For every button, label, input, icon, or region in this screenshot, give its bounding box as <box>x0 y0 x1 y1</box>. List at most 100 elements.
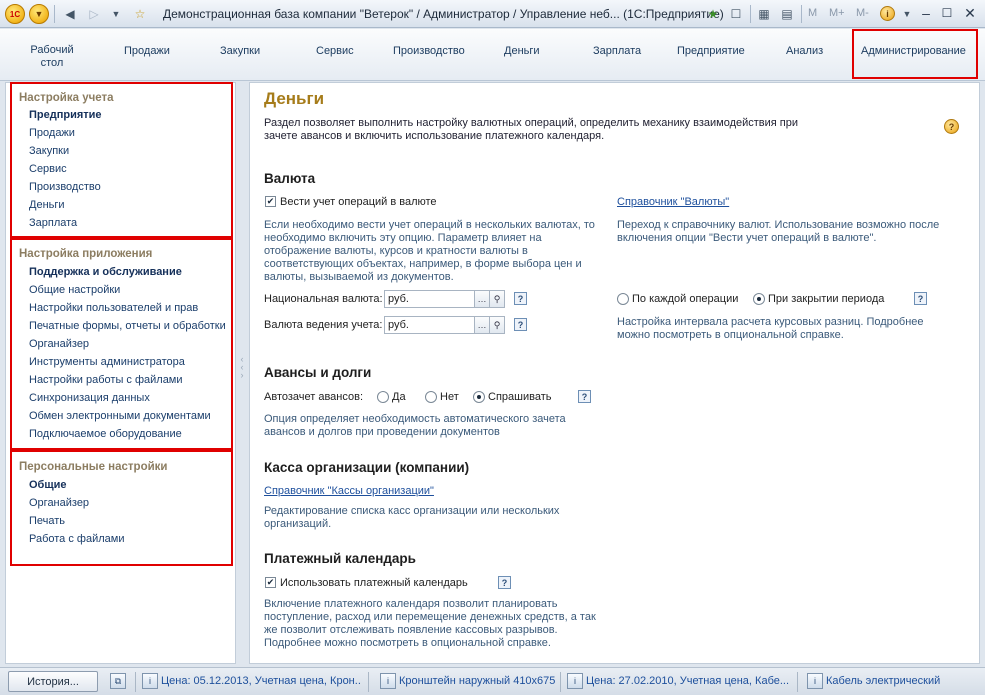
radio-period-close[interactable] <box>753 293 765 305</box>
radio-offset-no-label[interactable]: Нет <box>440 391 459 403</box>
exchange-diff-help-icon[interactable]: ? <box>914 292 927 305</box>
memory-minus-button[interactable]: M- <box>856 7 869 19</box>
nav-item-money[interactable]: Деньги <box>29 199 65 211</box>
nav-item-print[interactable]: Печать <box>29 515 65 527</box>
cash-heading: Касса организации (компании) <box>264 460 470 475</box>
info-item-icon: i <box>567 673 583 689</box>
add-favorite-icon[interactable]: ★ <box>703 4 723 24</box>
payment-calendar-heading: Платежный календарь <box>264 551 416 566</box>
main-menu-icon[interactable]: ▼ <box>29 4 49 24</box>
nav-item-production[interactable]: Производство <box>29 181 101 193</box>
nav-item-edi[interactable]: Обмен электронными документами <box>29 410 211 422</box>
currency-checkbox-label[interactable]: Вести учет операций в валюте <box>280 196 437 208</box>
payment-calendar-help-icon[interactable]: ? <box>498 576 511 589</box>
section-desktop-line2: стол <box>40 57 64 69</box>
radio-each-operation[interactable] <box>617 293 629 305</box>
nav-item-data-sync[interactable]: Синхронизация данных <box>29 392 150 404</box>
close-icon[interactable]: ✕ <box>961 4 979 22</box>
accounting-currency-select-button[interactable]: … <box>474 316 490 334</box>
advances-help-icon[interactable]: ? <box>578 390 591 403</box>
windows-icon[interactable]: ⧉ <box>110 673 126 689</box>
nav-item-enterprise[interactable]: Предприятие <box>29 109 102 121</box>
forward-icon[interactable]: ▷ <box>84 4 104 24</box>
main-content: Деньги Раздел позволяет выполнить настро… <box>249 82 980 664</box>
nav-item-support[interactable]: Поддержка и обслуживание <box>29 266 182 278</box>
advances-heading: Авансы и долги <box>264 365 372 380</box>
nav-item-print-forms[interactable]: Печатные формы, отчеты и обработки <box>29 320 226 332</box>
app-logo-icon[interactable]: 1С <box>5 4 25 24</box>
accounting-currency-label: Валюта ведения учета: <box>264 319 383 331</box>
section-service[interactable]: Сервис <box>316 45 354 58</box>
favorite-star-icon[interactable]: ☆ <box>130 4 150 24</box>
nav-item-general-settings[interactable]: Общие настройки <box>29 284 120 296</box>
nav-item-file-settings[interactable]: Настройки работы с файлами <box>29 374 183 386</box>
accounting-currency-open-icon[interactable]: ⚲ <box>489 316 505 334</box>
nav-item-equipment[interactable]: Подключаемое оборудование <box>29 428 182 440</box>
section-production[interactable]: Производство <box>393 45 465 58</box>
nav-group-title: Персональные настройки <box>19 461 168 473</box>
cash-catalog-link[interactable]: Справочник "Кассы организации" <box>264 485 434 497</box>
section-desktop[interactable]: Рабочий стол <box>30 44 74 70</box>
payment-calendar-checkbox-label[interactable]: Использовать платежный календарь <box>280 577 468 589</box>
history-dropdown-icon[interactable]: ▼ <box>106 4 126 24</box>
section-sales[interactable]: Продажи <box>124 45 170 58</box>
status-item[interactable]: Кабель электрический <box>826 675 966 687</box>
section-analysis[interactable]: Анализ <box>786 45 823 58</box>
title-bar: 1С ▼ ◀ ▷ ▼ ☆ Демонстрационная база компа… <box>0 0 985 28</box>
info-dropdown-icon[interactable]: ▼ <box>897 4 917 24</box>
status-item[interactable]: Кронштейн наружный 410х675 <box>399 675 559 687</box>
minimize-icon[interactable]: – <box>917 4 935 22</box>
panel-splitter[interactable]: ‹ ‹ › <box>239 355 245 385</box>
back-icon[interactable]: ◀ <box>60 4 80 24</box>
section-purchases[interactable]: Закупки <box>220 45 260 58</box>
national-currency-field[interactable]: руб. <box>384 290 475 308</box>
help-icon[interactable]: ? <box>944 119 959 134</box>
payment-calendar-checkbox[interactable]: ✔ <box>265 577 276 588</box>
nav-item-purchases[interactable]: Закупки <box>29 145 69 157</box>
favorites-list-icon[interactable]: ☐ <box>726 4 746 24</box>
calendar-icon[interactable]: ▤ <box>777 4 797 24</box>
radio-each-operation-label[interactable]: По каждой операции <box>632 293 738 305</box>
nav-item-files[interactable]: Работа с файлами <box>29 533 124 545</box>
intro-line-2: зачете авансов и включить использование … <box>264 130 605 142</box>
radio-offset-yes-label[interactable]: Да <box>392 391 406 403</box>
status-item[interactable]: Цена: 27.02.2010, Учетная цена, Кабе... <box>586 675 801 687</box>
radio-offset-no[interactable] <box>425 391 437 403</box>
divider <box>368 672 369 692</box>
currency-checkbox[interactable]: ✔ <box>265 196 276 207</box>
radio-offset-ask-label[interactable]: Спрашивать <box>488 391 551 403</box>
nav-item-admin-tools[interactable]: Инструменты администратора <box>29 356 185 368</box>
section-money[interactable]: Деньги <box>504 45 540 58</box>
nav-item-salary[interactable]: Зарплата <box>29 217 77 229</box>
national-currency-open-icon[interactable]: ⚲ <box>489 290 505 308</box>
section-salary[interactable]: Зарплата <box>593 45 641 58</box>
nav-item-organizer[interactable]: Органайзер <box>29 338 89 350</box>
history-button[interactable]: История... <box>8 671 98 692</box>
active-section-highlight <box>852 29 978 79</box>
national-currency-label: Национальная валюта: <box>264 293 383 305</box>
nav-item-service[interactable]: Сервис <box>29 163 67 175</box>
national-currency-select-button[interactable]: … <box>474 290 490 308</box>
info-icon[interactable]: i <box>880 6 895 21</box>
maximize-icon[interactable]: ☐ <box>938 4 956 22</box>
info-item-icon: i <box>142 673 158 689</box>
radio-period-close-label[interactable]: При закрытии периода <box>768 293 884 305</box>
currencies-catalog-link[interactable]: Справочник "Валюты" <box>617 196 729 208</box>
nav-item-user-settings[interactable]: Настройки пользователей и прав <box>29 302 198 314</box>
nav-item-sales[interactable]: Продажи <box>29 127 75 139</box>
section-enterprise[interactable]: Предприятие <box>677 45 745 58</box>
radio-offset-ask[interactable] <box>473 391 485 403</box>
status-item[interactable]: Цена: 05.12.2013, Учетная цена, Крон... <box>161 675 361 687</box>
nav-item-personal-organizer[interactable]: Органайзер <box>29 497 89 509</box>
memory-plus-button[interactable]: M+ <box>829 7 845 19</box>
nav-item-personal-general[interactable]: Общие <box>29 479 67 491</box>
nav-group-application-settings: Настройка приложения Поддержка и обслужи… <box>10 238 233 450</box>
info-item-icon: i <box>807 673 823 689</box>
accounting-currency-help-icon[interactable]: ? <box>514 318 527 331</box>
radio-offset-yes[interactable] <box>377 391 389 403</box>
calculator-icon[interactable]: ▦ <box>754 4 774 24</box>
national-currency-help-icon[interactable]: ? <box>514 292 527 305</box>
divider <box>797 672 798 692</box>
accounting-currency-field[interactable]: руб. <box>384 316 475 334</box>
memory-m-button[interactable]: M <box>808 7 817 19</box>
